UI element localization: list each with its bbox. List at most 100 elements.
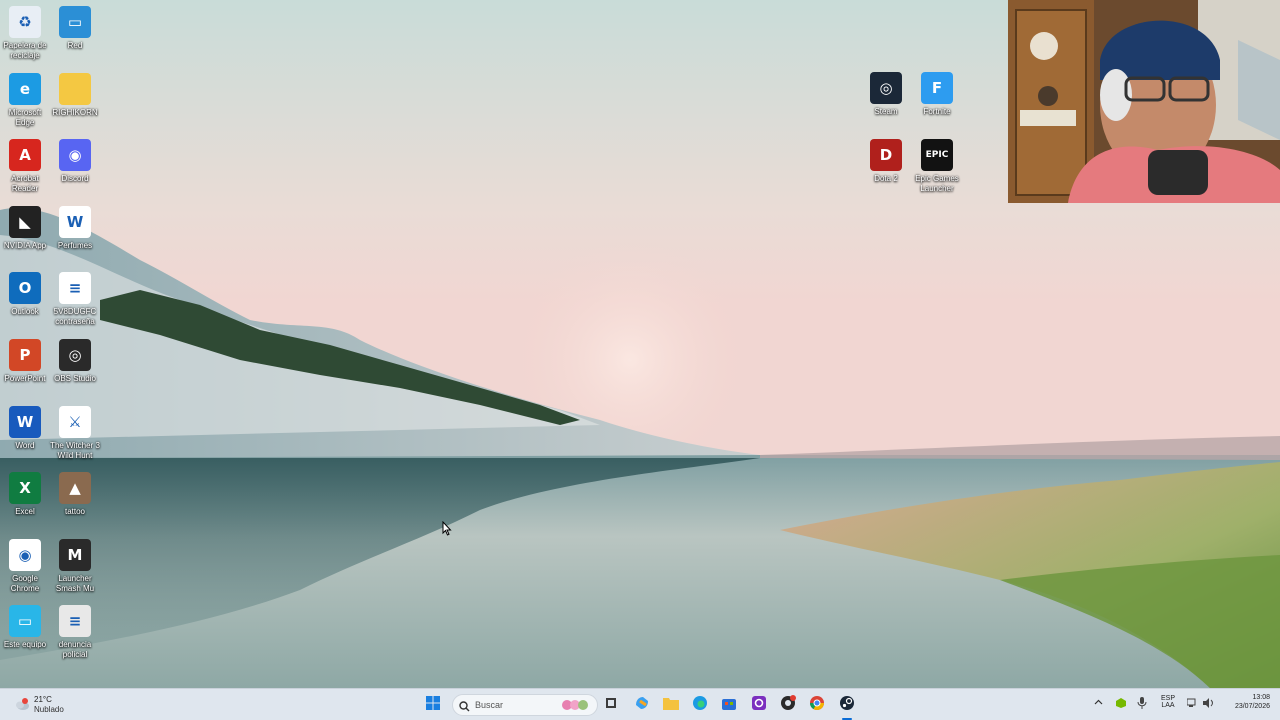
desktop-icon-label: Outlook [11,307,39,317]
computer-icon: ▭ [9,605,41,638]
desktop-icon-edge[interactable]: e Microsoft Edge [0,72,50,128]
desktop-icon-label: PowerPoint [4,374,46,383]
document-scan-icon: ≡ [59,605,91,638]
microphone-icon[interactable] [1137,697,1147,711]
excel-icon: X [9,472,41,505]
taskbar: 21°C Nublado Buscar ESP LAA 13:08 23/07/… [0,688,1280,720]
desktop-icon-steam[interactable]: ◎ Steam [861,72,911,117]
desktop-icon-acrobat[interactable]: A Acrobat Reader [0,139,50,194]
desktop-icon-nvidia[interactable]: ◣ NVIDIA App [0,205,50,251]
task-view-icon [605,696,617,714]
chevron-up-icon [1094,699,1103,709]
desktop-icon-obs[interactable]: ◎ OBS Studio [50,339,100,384]
mouse-pointer-icon [442,520,452,541]
desktop-icon-document-scan[interactable]: ≡ denuncia policial [50,605,100,660]
desktop-icon-label: Google Chrome [10,573,40,593]
dota2-icon: D [870,139,902,171]
desktop-icon-image-file[interactable]: ▲ tattoo [50,472,100,517]
desktop-icon-recycle-bin[interactable]: ♻ Papelera de reciclaje [0,6,50,61]
desktop-icon-label: Launcher Smash Mu [55,573,95,593]
network-icon: ▭ [59,6,91,38]
store-button[interactable] [718,694,740,716]
desktop-icon-word-document[interactable]: W Perfumes [50,205,100,251]
start-button[interactable] [422,694,444,716]
obs-icon: ◎ [59,339,91,371]
network-icon[interactable] [1186,698,1199,710]
obs-button[interactable] [777,694,799,716]
edge-icon: e [9,72,41,105]
desktop-icon-label: NVIDIA App [3,240,47,250]
chrome-button[interactable] [806,694,828,716]
tray-app-icon[interactable] [1115,697,1127,711]
taskbar-search[interactable]: Buscar [452,694,598,716]
volume-icon[interactable] [1203,698,1215,710]
desktop-icon-label: Perfumes [57,240,93,250]
desktop-icon-label: Epic Games Launcher [915,174,959,193]
witcher-icon: ⚔ [59,405,91,438]
desktop-icon-chrome[interactable]: ◉ Google Chrome [0,538,50,594]
file-explorer-button[interactable] [660,694,682,716]
desktop-icon-label: Papelera de reciclaje [3,41,47,60]
desktop-icon-label: Red [67,41,83,50]
desktop-icon-label: Steam [874,107,898,116]
desktop-icon-word[interactable]: W Word [0,405,50,451]
desktop-icon-label: tattoo [64,507,85,517]
store-icon [721,695,737,716]
task-view-button[interactable] [600,694,622,716]
desktop-icon-excel[interactable]: X Excel [0,472,50,517]
folder-icon [663,696,679,715]
chrome-icon: ◉ [9,538,41,571]
desktop-icon-label: RIGHIKORN [52,107,98,117]
clock-date: 23/07/2026 [1234,703,1270,710]
steam-icon: ◎ [870,72,902,104]
desktop-icon-label: Este equipo [3,640,47,650]
nvidia-icon: ◣ [9,205,41,238]
epic-games-icon: EPIC [921,139,953,171]
desktop-icon-label: OBS Studio [54,374,96,383]
weather-widget[interactable]: 21°C Nublado [14,693,84,717]
edge-button[interactable] [689,694,711,716]
desktop-icon-computer[interactable]: ▭ Este equipo [0,605,50,650]
text-file-icon: ≡ [59,272,91,305]
windows-icon [426,695,440,715]
desktop-icon-fortnite[interactable]: F Fortnite [912,72,962,117]
desktop-icon-powerpoint[interactable]: P PowerPoint [0,339,50,384]
desktop-icon-discord[interactable]: ◉ Discord [50,139,100,184]
app-button[interactable] [748,694,770,716]
search-icon [459,699,470,717]
steam-button[interactable] [836,694,858,716]
desktop-icon-folder[interactable]: RIGHIKORN [50,72,100,118]
weather-condition: Nublado [34,705,64,714]
copilot-button[interactable] [631,694,653,716]
word-document-icon: W [59,205,91,238]
desktop-icon-label: Excel [15,507,35,517]
fortnite-icon: F [921,72,953,104]
input-language-indicator[interactable]: ESP LAA [1156,695,1180,709]
copilot-icon [634,695,650,716]
desktop-icon-network[interactable]: ▭ Red [50,6,100,51]
desktop-icon-text-file[interactable]: ≡ 5V8DUGFC contraseña [50,272,100,327]
desktop-icon-epic-games[interactable]: EPIC Epic Games Launcher [912,139,962,194]
desktop-icon-label: denuncia policial [58,640,92,660]
search-placeholder: Buscar [475,700,504,710]
show-hidden-icons-button[interactable] [1094,698,1103,709]
language-label: ESP [1160,695,1175,702]
desktop-icon-label: Microsoft Edge [8,107,42,127]
cloudy-weather-icon [14,697,30,711]
image-file-icon: ▲ [59,472,91,505]
desktop-icon-label: 5V8DUGFC contraseña [53,307,97,327]
desktop-icon-label: Word [15,440,35,450]
desktop-icon-smash-mu[interactable]: M Launcher Smash Mu [50,538,100,594]
clock-time: 13:08 [1252,694,1270,701]
desktop-icon-label: Acrobat Reader [11,174,39,194]
outlook-icon: O [9,272,41,305]
clock[interactable]: 13:08 23/07/2026 [1224,694,1270,710]
edge-icon [692,695,708,716]
obs-icon [780,694,796,716]
discord-icon: ◉ [59,139,91,172]
desktop-icon-dota2[interactable]: D Dota 2 [861,139,911,184]
acrobat-icon: A [9,139,41,172]
desktop-icon-outlook[interactable]: O Outlook [0,272,50,317]
steam-icon [839,695,855,716]
desktop-icon-witcher[interactable]: ⚔ The Witcher 3 Wild Hunt [50,405,100,461]
